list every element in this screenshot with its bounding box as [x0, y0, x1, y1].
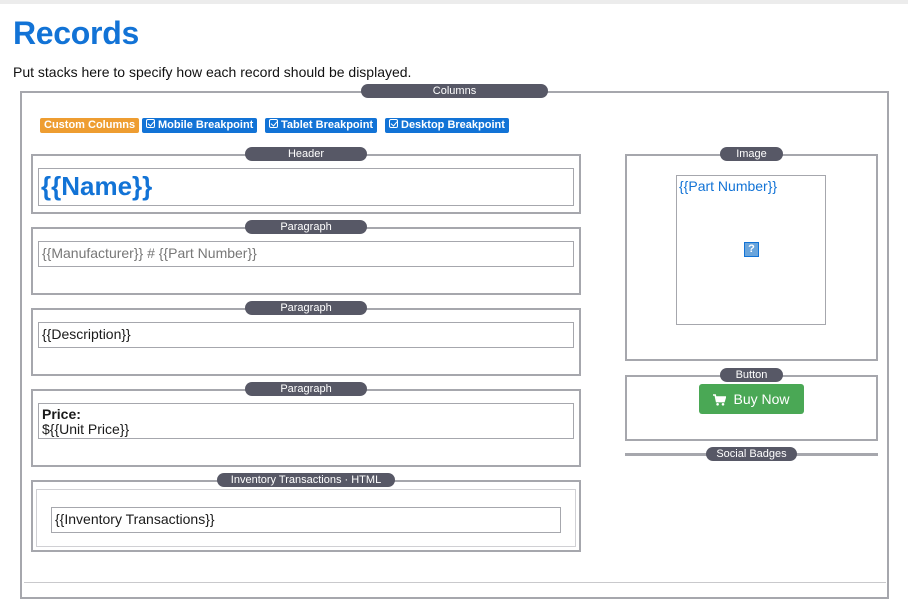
- tablet-breakpoint-label: Tablet Breakpoint: [281, 119, 374, 131]
- broken-image-icon: ?: [744, 242, 759, 257]
- name-field[interactable]: {{Name}}: [38, 168, 574, 206]
- page-title: Records: [13, 15, 139, 51]
- social-badges-label[interactable]: Social Badges: [706, 447, 797, 461]
- columns-label[interactable]: Columns: [361, 84, 548, 98]
- checkbox-icon: [389, 119, 398, 128]
- unit-price-value: ${{Unit Price}}: [42, 421, 130, 437]
- price-field[interactable]: Price: ${{Unit Price}}: [38, 403, 574, 439]
- buy-now-button[interactable]: Buy Now: [699, 384, 804, 414]
- checkbox-icon: [146, 119, 155, 128]
- custom-columns-badge[interactable]: Custom Columns: [40, 118, 140, 133]
- top-bar: [0, 0, 908, 4]
- description-field[interactable]: {{Description}}: [38, 322, 574, 348]
- buy-now-label: Buy Now: [733, 391, 790, 407]
- desktop-breakpoint-label: Desktop Breakpoint: [401, 119, 505, 131]
- tablet-breakpoint-toggle[interactable]: Tablet Breakpoint: [265, 118, 378, 133]
- mobile-breakpoint-label: Mobile Breakpoint: [158, 119, 254, 131]
- inventory-transactions-field[interactable]: {{Inventory Transactions}}: [51, 507, 561, 533]
- image-label[interactable]: Image: [720, 147, 783, 161]
- bottom-divider: [24, 582, 886, 583]
- desktop-breakpoint-toggle[interactable]: Desktop Breakpoint: [385, 118, 509, 133]
- page-description: Put stacks here to specify how each reco…: [13, 64, 412, 80]
- image-caption: {{Part Number}}: [679, 178, 778, 194]
- button-label[interactable]: Button: [720, 368, 783, 382]
- html-label[interactable]: Inventory Transactions · HTML: [217, 473, 395, 487]
- header-label[interactable]: Header: [245, 147, 367, 161]
- manufacturer-part-field[interactable]: {{Manufacturer}} # {{Part Number}}: [38, 241, 574, 267]
- image-frame[interactable]: {{Part Number}} ?: [676, 175, 826, 325]
- paragraph-label-1[interactable]: Paragraph: [245, 220, 367, 234]
- checkbox-icon: [269, 119, 278, 128]
- cart-icon: [713, 394, 727, 406]
- custom-columns-label: Custom Columns: [44, 119, 136, 131]
- price-label: Price:: [42, 406, 81, 422]
- paragraph-label-3[interactable]: Paragraph: [245, 382, 367, 396]
- paragraph-label-2[interactable]: Paragraph: [245, 301, 367, 315]
- mobile-breakpoint-toggle[interactable]: Mobile Breakpoint: [142, 118, 258, 133]
